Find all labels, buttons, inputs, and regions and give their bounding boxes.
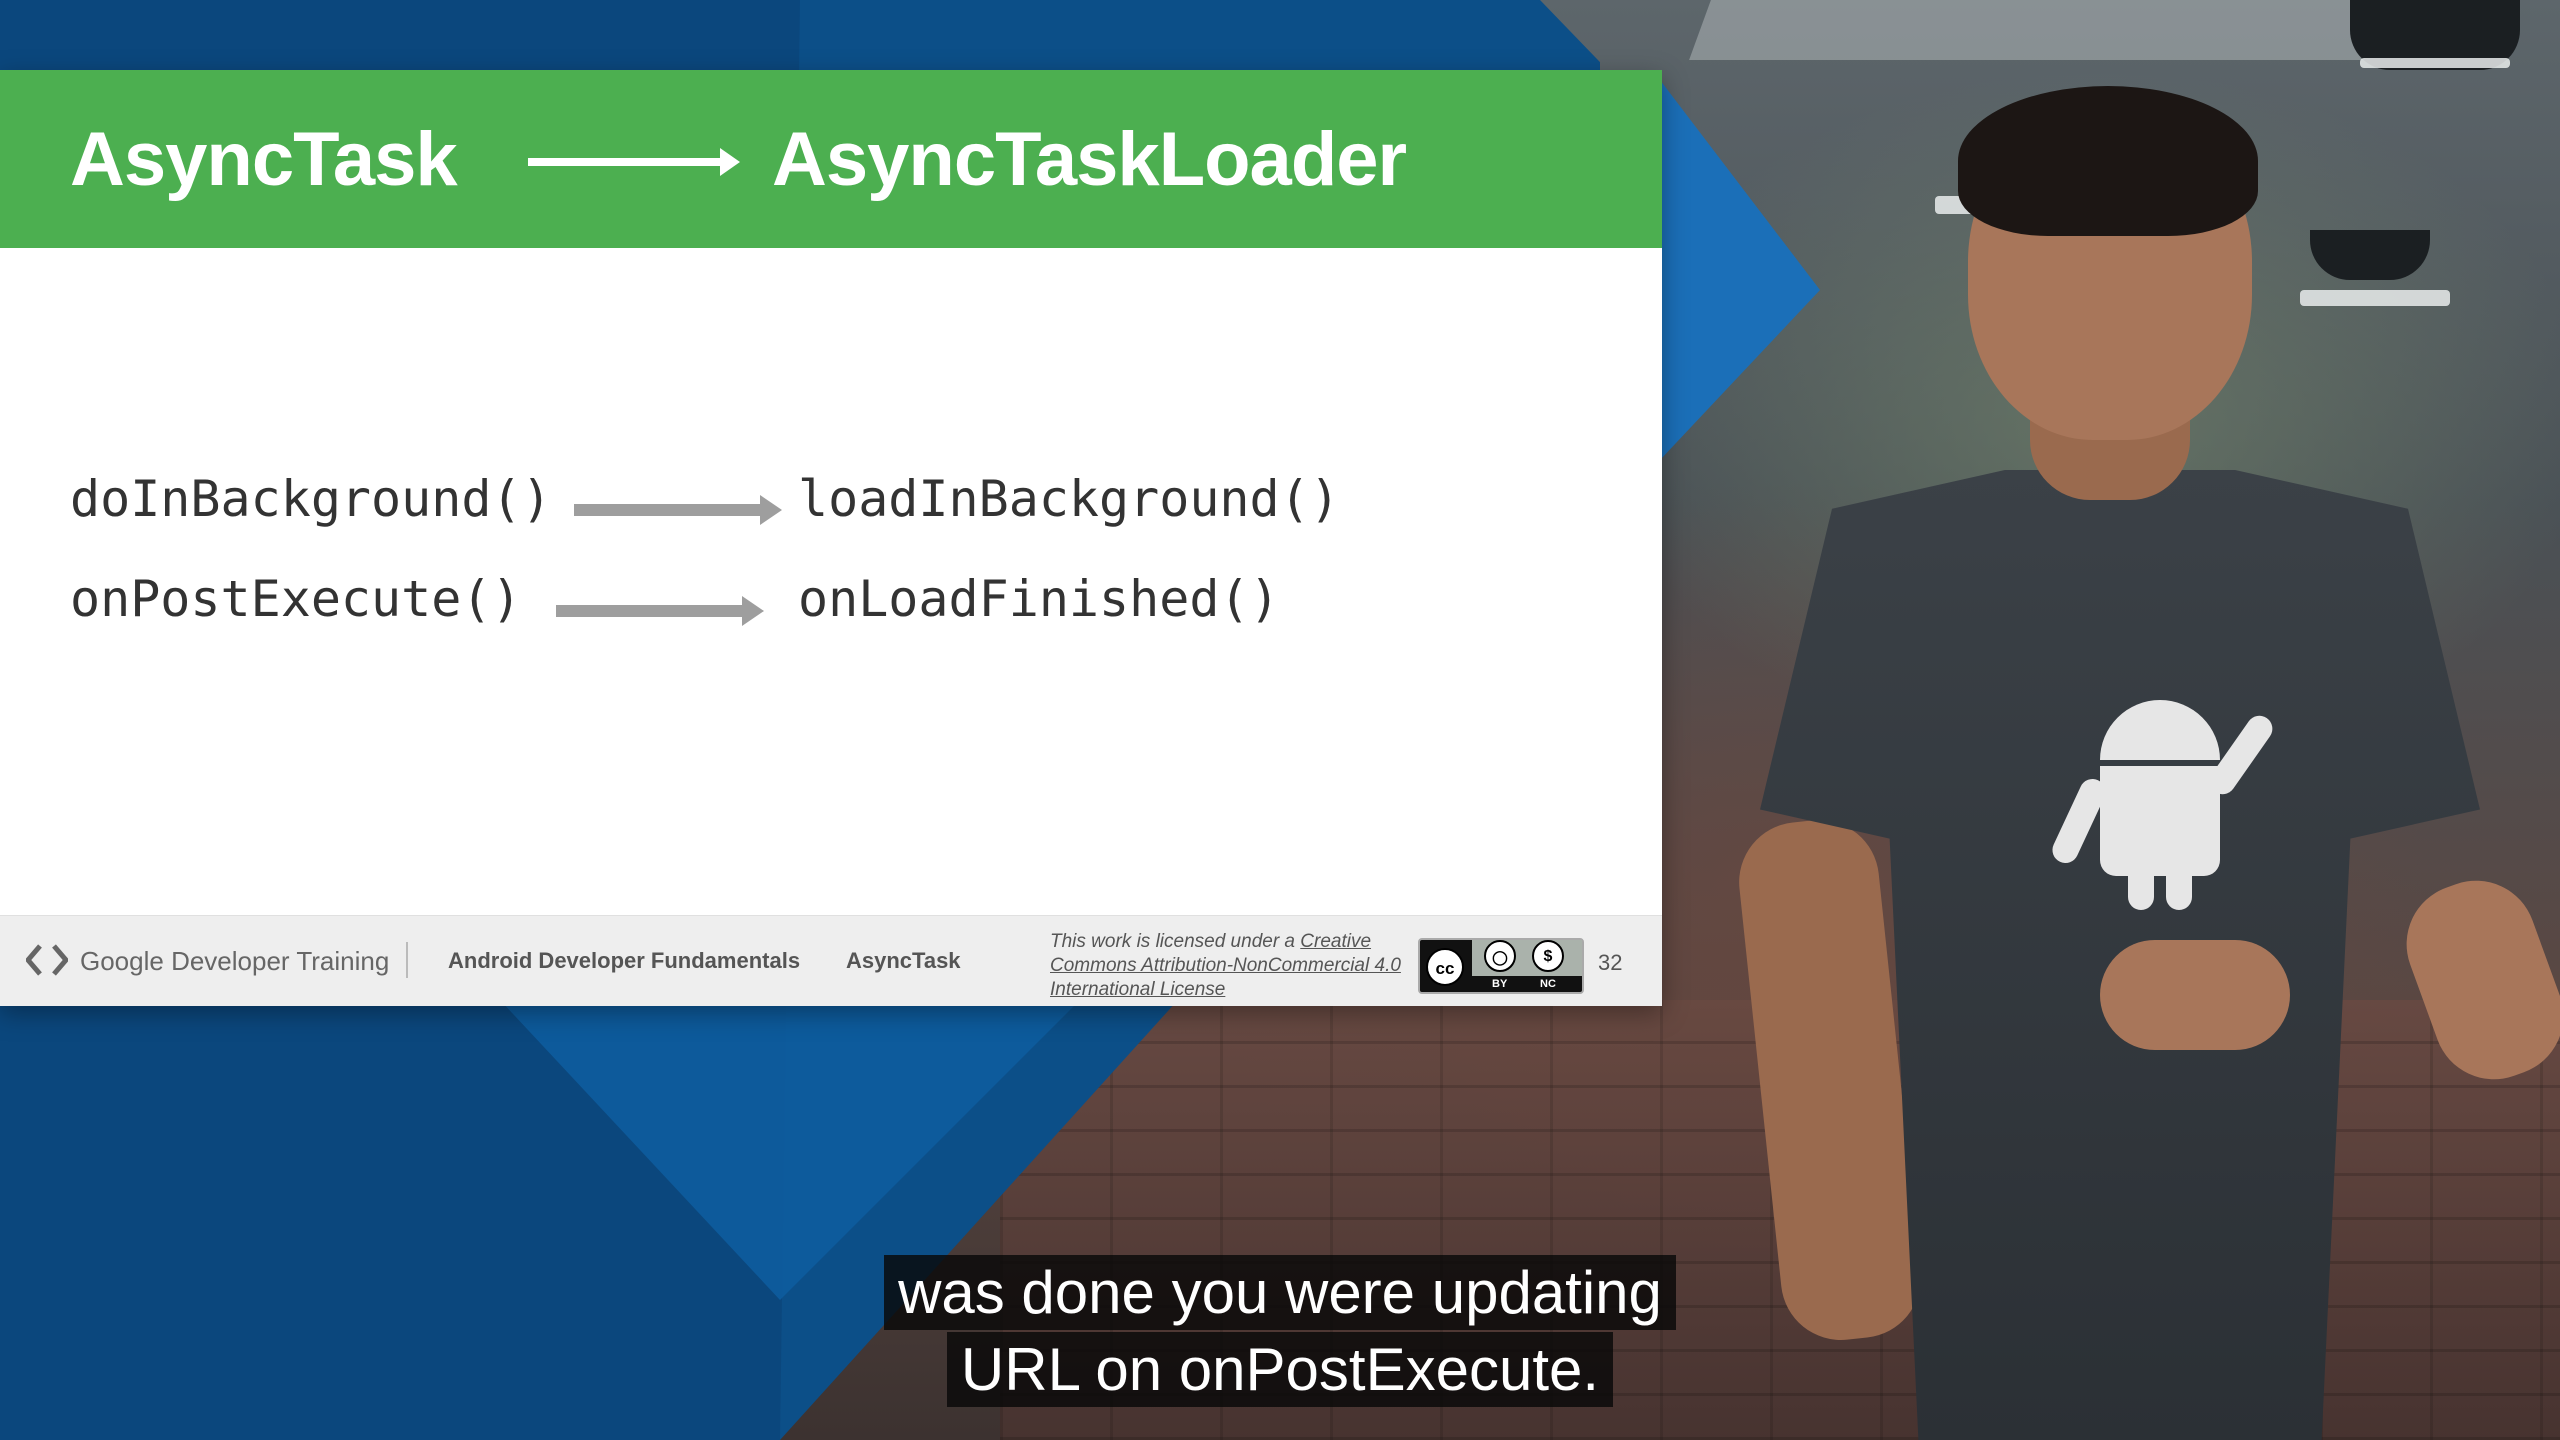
chevrons-logo-icon [26, 944, 68, 976]
lamp-light [2360, 58, 2510, 68]
subtitle-line-1: was done you were updating [0, 1255, 2560, 1330]
cc-by-label: BY [1492, 978, 1508, 990]
slide-header: AsyncTask AsyncTaskLoader [0, 70, 1662, 248]
footer-topic: AsyncTask [846, 948, 961, 973]
mapping-to-2: onLoadFinished() [798, 570, 1280, 628]
license-prefix: This work is licensed under a [1050, 931, 1301, 952]
subtitle-line-2: URL on onPostExecute. [0, 1332, 2560, 1407]
android-robot-icon [2048, 700, 2278, 910]
footer-brand: Google Developer Training [80, 946, 390, 976]
mapping-arrow-icon [556, 596, 764, 626]
presentation-slide: AsyncTask AsyncTaskLoader doInBackground… [0, 70, 1662, 1006]
header-arrow-icon [528, 148, 740, 176]
footer-course: Android Developer Fundamentals [448, 948, 801, 973]
header-title-right: AsyncTaskLoader [772, 117, 1407, 202]
mapping-arrow-icon [574, 495, 782, 525]
by-person-icon: ◯ [1484, 940, 1516, 972]
slide-page-number: 32 [1598, 950, 1623, 975]
mapping-from-1: doInBackground() [70, 470, 552, 528]
mapping-to-1: loadInBackground() [798, 470, 1340, 528]
mapping-from-2: onPostExecute() [70, 570, 522, 628]
video-frame: AsyncTask AsyncTaskLoader doInBackground… [0, 0, 2560, 1440]
slide-footer: Google Developer Training Android Develo… [0, 915, 1662, 1006]
pendant-lamp [2310, 230, 2430, 280]
lamp-light [2300, 290, 2450, 306]
footer-divider [406, 942, 408, 978]
presenter-hand [2100, 940, 2290, 1050]
creative-commons-icon[interactable]: cc ◯ $ BY NC [1418, 938, 1584, 994]
nc-dollar-icon: $ [1532, 940, 1564, 972]
presenter-hair [1958, 86, 2258, 236]
cc-nc-label: NC [1540, 978, 1556, 990]
ceiling-panel [1689, 0, 2411, 60]
cc-circle-icon: cc [1426, 948, 1464, 986]
license-notice: This work is licensed under a Creative C… [1050, 930, 1410, 1002]
header-title-left: AsyncTask [70, 117, 458, 202]
